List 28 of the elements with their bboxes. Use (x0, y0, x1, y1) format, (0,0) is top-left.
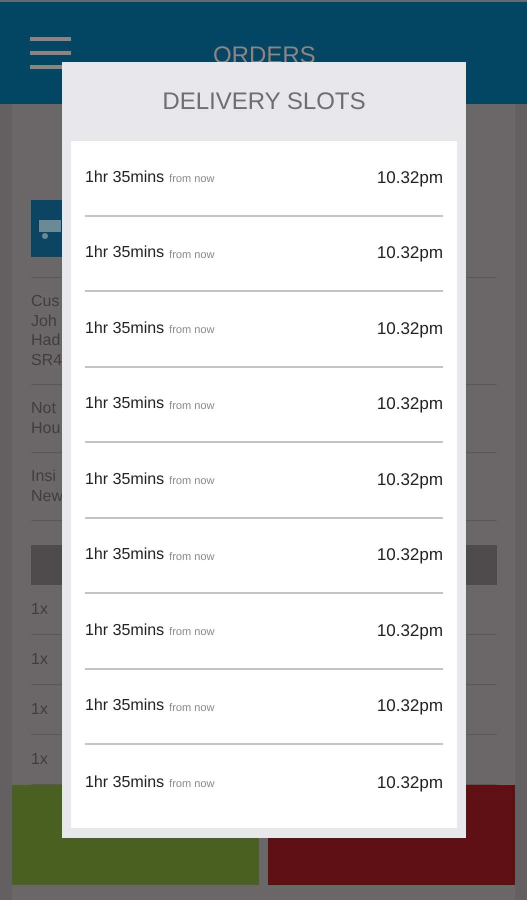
slot-note: from now (169, 173, 214, 186)
slot-time: 10.32pm (376, 168, 443, 188)
slot-duration: 1hr 35mins (85, 622, 164, 640)
slot-note: from now (169, 248, 214, 261)
slot-time: 10.32pm (376, 394, 443, 414)
slot-note: from now (169, 324, 214, 336)
slot-note: from now (169, 550, 214, 563)
slot-duration: 1hr 35mins (85, 168, 164, 187)
slot-time: 10.32pm (376, 470, 443, 490)
slot-note: from now (169, 626, 214, 638)
slot-note: from now (169, 778, 214, 790)
slot-duration: 1hr 35mins (85, 774, 164, 792)
slot-time: 10.32pm (376, 243, 443, 264)
slot-note: from now (169, 702, 214, 714)
slot-time: 10.32pm (376, 772, 443, 793)
slot-time: 10.32pm (376, 318, 443, 339)
slot-duration: 1hr 35mins (85, 244, 164, 262)
dialog-title: DELIVERY SLOTS (161, 86, 367, 116)
slot-duration: 1hr 35mins (85, 546, 164, 564)
slot-duration: 1hr 35mins (85, 697, 164, 716)
slot-time: 10.32pm (376, 696, 443, 716)
slot-note: from now (169, 400, 214, 412)
slot-note: from now (169, 475, 214, 488)
slot-duration: 1hr 35mins (85, 320, 164, 338)
slot-time: 10.32pm (376, 545, 443, 566)
slot-duration: 1hr 35mins (85, 470, 164, 489)
slot-duration: 1hr 35mins (85, 395, 164, 414)
slot-time: 10.32pm (376, 620, 443, 641)
